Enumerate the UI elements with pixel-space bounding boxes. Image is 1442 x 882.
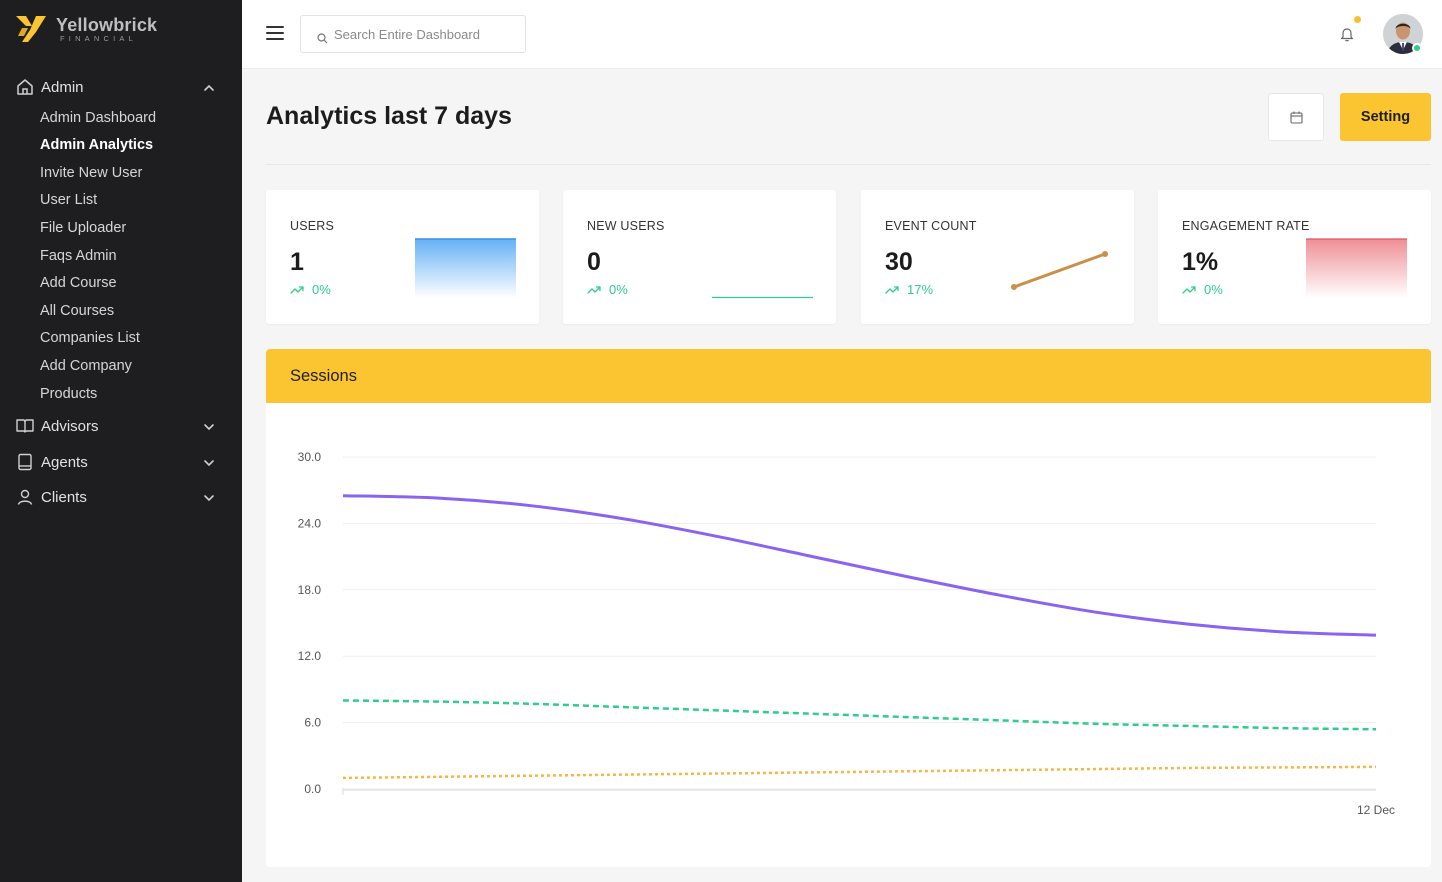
chevron-up-icon (204, 84, 214, 91)
x-tick-label: 12 Dec (1357, 803, 1395, 817)
y-tick-label: 18.0 (298, 583, 322, 597)
stat-trend-value: 0% (609, 282, 628, 297)
nav-group-agents[interactable]: Agents (0, 447, 242, 477)
nav-group-label: Admin (41, 78, 84, 96)
stat-label: EVENT COUNT (885, 219, 977, 233)
sessions-panel: Sessions 30.0 24.0 18.0 12.0 6.0 0.0 12 Dec (266, 349, 1431, 867)
y-tick-label: 6.0 (304, 716, 321, 730)
stat-value: 30 (885, 248, 913, 276)
nav-group-label: Clients (41, 488, 87, 506)
trending-up-icon (290, 285, 304, 294)
stat-trend-value: 0% (312, 282, 331, 297)
sessions-line-chart: 30.0 24.0 18.0 12.0 6.0 0.0 12 Dec (298, 450, 1395, 817)
stat-card-engagement-rate: ENGAGEMENT RATE 1% 0% (1158, 190, 1431, 324)
nav-group-clients[interactable]: Clients (0, 482, 242, 512)
search-input[interactable] (334, 24, 514, 44)
stat-card-new-users: NEW USERS 0 0% (563, 190, 836, 324)
sidebar-item-add-course[interactable]: Add Course (40, 273, 117, 293)
stat-card-users: USERS 1 0% (266, 190, 539, 324)
sparkline-engagement-rate (1306, 238, 1407, 298)
stat-value: 1% (1182, 248, 1219, 276)
sessions-title: Sessions (290, 367, 357, 385)
date-picker-button[interactable] (1268, 93, 1324, 141)
chevron-down-icon (204, 424, 214, 431)
trending-up-icon (1182, 285, 1196, 294)
setting-button[interactable]: Setting (1340, 93, 1431, 141)
nav-group-label: Advisors (41, 417, 99, 435)
sidebar-item-products[interactable]: Products (40, 384, 97, 404)
stat-label: ENGAGEMENT RATE (1182, 219, 1310, 233)
book-icon (16, 419, 34, 433)
sidebar-item-admin-analytics[interactable]: Admin Analytics (40, 135, 153, 155)
series-line-1 (342, 699, 1377, 731)
y-tick-label: 12.0 (298, 649, 322, 663)
menu-toggle-icon[interactable] (266, 26, 284, 42)
sidebar: Yellowbrick FINANCIAL Admin Admin Dashbo… (0, 0, 242, 882)
brand-logo[interactable]: Yellowbrick FINANCIAL (16, 14, 157, 44)
sparkline-new-users (712, 296, 813, 299)
stat-trend-value: 17% (907, 282, 934, 297)
y-tick-label: 24.0 (298, 516, 322, 530)
stat-label: USERS (290, 219, 335, 233)
series-line-2 (342, 765, 1377, 780)
series-line-0 (342, 494, 1377, 637)
sparkline-users (415, 238, 516, 298)
stat-trend-value: 0% (1204, 282, 1223, 297)
y-tick-label: 0.0 (304, 782, 321, 796)
nav-group-label: Agents (41, 453, 88, 471)
sparkline-event-count (1011, 251, 1108, 290)
yellowbrick-logo-icon (16, 16, 46, 42)
stat-trend: 0% (290, 282, 331, 297)
tablet-icon (18, 453, 32, 471)
stat-trend: 0% (587, 282, 628, 297)
brand-name: Yellowbrick (56, 14, 158, 35)
sidebar-item-admin-dashboard[interactable]: Admin Dashboard (40, 108, 156, 128)
sidebar-item-faqs-admin[interactable]: Faqs Admin (40, 246, 117, 266)
sidebar-item-companies-list[interactable]: Companies List (40, 328, 140, 348)
bell-icon[interactable] (1339, 26, 1355, 42)
page-title: Analytics last 7 days (266, 102, 512, 130)
chevron-down-icon (204, 495, 214, 502)
sidebar-item-user-list[interactable]: User List (40, 190, 97, 210)
nav-group-advisors[interactable]: Advisors (0, 411, 242, 441)
chevron-down-icon (204, 460, 214, 467)
sidebar-item-file-uploader[interactable]: File Uploader (40, 218, 126, 238)
stat-card-event-count: EVENT COUNT 30 17% (861, 190, 1134, 324)
avatar-status-dot (1412, 43, 1422, 53)
stat-label: NEW USERS (587, 219, 665, 233)
y-tick-label: 30.0 (298, 450, 322, 464)
trending-up-icon (587, 285, 601, 294)
notification-dot (1354, 16, 1361, 23)
header-divider (266, 164, 1431, 165)
calendar-icon (1290, 111, 1303, 124)
sidebar-item-invite-new-user[interactable]: Invite New User (40, 163, 142, 183)
nav-group-admin[interactable]: Admin (0, 72, 242, 102)
stat-trend: 17% (885, 282, 933, 297)
user-icon (17, 489, 33, 505)
topbar (242, 0, 1442, 69)
sidebar-item-add-company[interactable]: Add Company (40, 356, 132, 376)
sidebar-item-all-courses[interactable]: All Courses (40, 301, 114, 321)
search-box[interactable] (300, 15, 526, 53)
brand-sub: FINANCIAL (60, 33, 137, 43)
stat-value: 0 (587, 248, 601, 276)
sessions-header: Sessions (266, 349, 1431, 403)
search-icon (317, 33, 328, 44)
home-icon (17, 79, 33, 95)
trending-up-icon (885, 285, 899, 294)
stat-trend: 0% (1182, 282, 1223, 297)
stat-value: 1 (290, 248, 304, 276)
